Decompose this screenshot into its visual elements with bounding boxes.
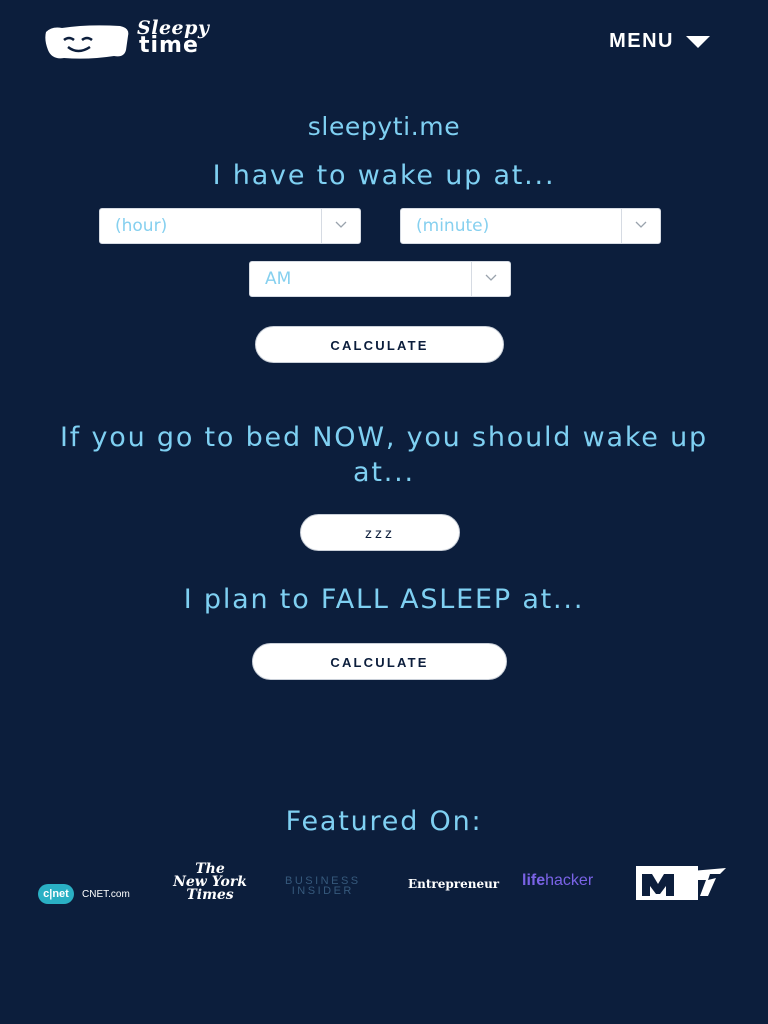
page: Sleepy time MENU sleepyti.me I have to w… [0, 0, 768, 1024]
cnet-text: CNET.com [82, 888, 130, 900]
minute-select[interactable]: (minute) [400, 208, 661, 244]
caret-down-icon [686, 36, 710, 48]
cnet-logo[interactable]: c|net CNET.com [38, 874, 130, 914]
mtv-logo[interactable] [636, 866, 726, 900]
hour-select[interactable]: (hour) [99, 208, 361, 244]
calculate-asleep-button[interactable]: CALCULATE [252, 643, 507, 680]
cnet-badge: c|net [38, 884, 74, 904]
menu-label: MENU [609, 30, 674, 52]
entrepreneur-logo[interactable]: Entrepreneur [408, 877, 499, 917]
hour-select-value: (hour) [115, 216, 168, 236]
chevron-down-icon [335, 221, 347, 228]
ampm-select[interactable]: AM [249, 261, 511, 297]
sleepytime-logo[interactable]: Sleepy time [42, 19, 232, 62]
fall-asleep-heading: I plan to FALL ASLEEP at... [183, 584, 585, 615]
nyt-logo[interactable]: The New York Times [160, 862, 260, 903]
minute-select-value: (minute) [416, 216, 490, 236]
pillow-face-icon [45, 25, 129, 59]
featured-heading: Featured On: [285, 806, 483, 837]
logo-line2: time [139, 33, 199, 58]
mtv-logo-mark [636, 866, 726, 900]
menu-button[interactable]: MENU [609, 30, 710, 53]
lifehacker-part2: hacker [545, 872, 594, 889]
zzz-button[interactable]: zzz [300, 514, 460, 551]
chevron-down-icon [485, 274, 497, 281]
logo-wordmark: Sleepy time [137, 19, 209, 58]
nyt-line3: Times [186, 887, 234, 903]
lifehacker-logo[interactable]: lifehacker [522, 872, 593, 912]
hour-select-toggle[interactable] [321, 209, 360, 243]
bi-line2: INSIDER [291, 885, 354, 897]
business-insider-logo[interactable]: BUSINESS INSIDER [285, 876, 361, 916]
ampm-select-toggle[interactable] [471, 262, 510, 296]
chevron-down-icon [635, 221, 647, 228]
lifehacker-part1: life [522, 872, 546, 889]
minute-select-toggle[interactable] [621, 209, 660, 243]
bed-now-heading-text: If you go to bed NOW, you should wake up… [60, 422, 708, 488]
wake-up-heading: I have to wake up at... [212, 160, 556, 191]
ampm-select-value: AM [265, 269, 292, 289]
site-name: sleepyti.me [307, 112, 461, 141]
calculate-wake-button[interactable]: CALCULATE [255, 326, 504, 363]
bed-now-heading: If you go to bed NOW, you should wake up… [0, 420, 768, 490]
